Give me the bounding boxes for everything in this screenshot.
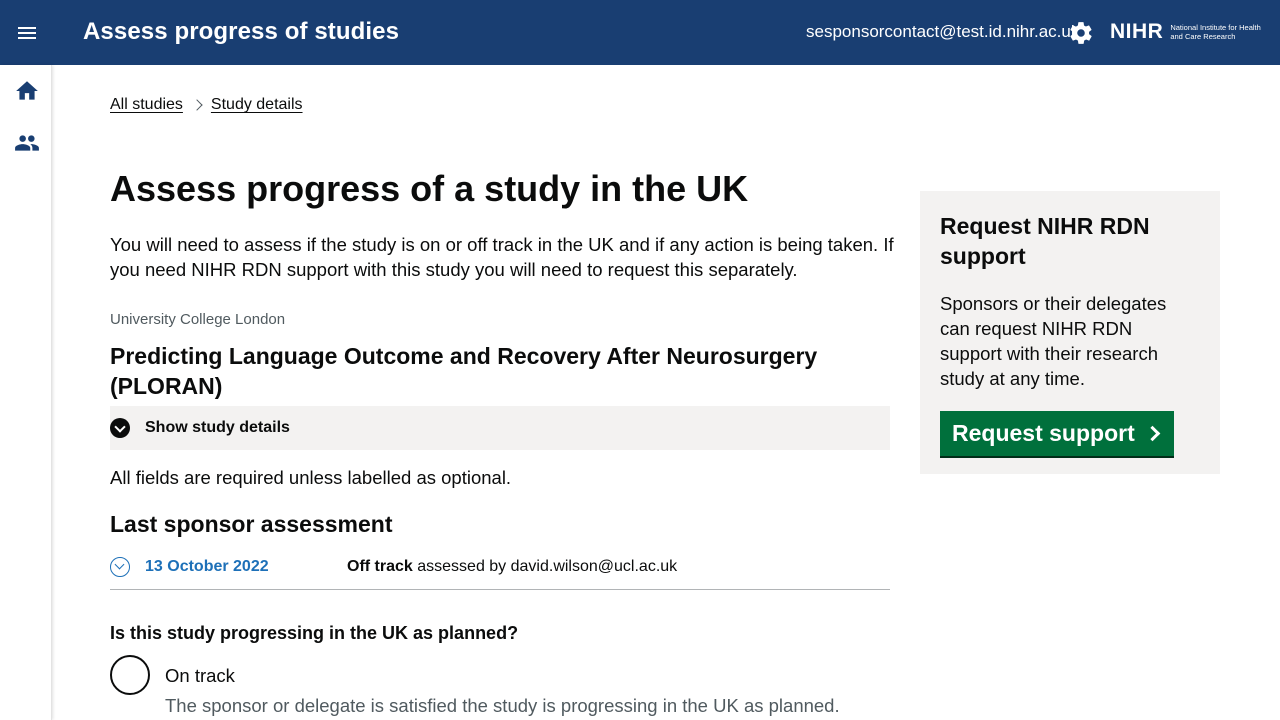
radio-on-track-hint: The sponsor or delegate is satisfied the… — [165, 695, 840, 716]
assessment-status-value: Off track — [347, 558, 413, 575]
last-assessment-row: 13 October 2022 Off track assessed by da… — [110, 556, 890, 590]
required-fields-note: All fields are required unless labelled … — [110, 467, 512, 488]
assessment-assessed-by: assessed by david.wilson@ucl.ac.uk — [412, 558, 678, 575]
last-assessment-heading: Last sponsor assessment — [110, 511, 393, 537]
breadcrumb-study-details[interactable]: Study details — [211, 96, 303, 114]
logo-subtitle: National Institute for Health and Care R… — [1170, 23, 1261, 41]
nihr-logo[interactable]: NIHR National Institute for Health and C… — [1110, 19, 1270, 45]
assessment-status: Off track assessed by david.wilson@ucl.a… — [347, 558, 677, 576]
home-icon[interactable] — [14, 78, 40, 104]
chevron-right-icon — [191, 99, 203, 111]
page-title: Assess progress of a study in the UK — [110, 168, 749, 209]
request-support-label: Request support — [952, 420, 1135, 446]
chevron-right-icon — [1144, 425, 1161, 442]
assessment-date-link[interactable]: 13 October 2022 — [145, 558, 269, 576]
organisation-name: University College London — [110, 311, 286, 328]
intro-text: You will need to assess if the study is … — [110, 234, 894, 280]
user-email: sesponsorcontact@test.id.nihr.ac.uk — [806, 22, 1080, 41]
breadcrumb: All studies Study details — [110, 96, 303, 114]
support-panel-text: Sponsors or their delegates can request … — [940, 293, 1167, 389]
chevron-down-circle-icon — [110, 418, 130, 438]
gear-icon[interactable] — [1068, 20, 1094, 46]
support-panel-title: Request NIHR RDN support — [940, 213, 1150, 269]
request-support-button[interactable]: Request support — [940, 411, 1174, 456]
top-header: Assess progress of studies sesponsorcont… — [0, 0, 1280, 65]
menu-icon[interactable] — [14, 20, 40, 46]
sidebar — [0, 65, 52, 720]
show-study-details-toggle[interactable]: Show study details — [110, 406, 890, 450]
progress-question: Is this study progressing in the UK as p… — [110, 623, 519, 643]
app-title: Assess progress of studies — [83, 18, 400, 45]
chevron-down-circle-icon[interactable] — [110, 557, 130, 577]
breadcrumb-all-studies[interactable]: All studies — [110, 96, 183, 114]
logo-word: NIHR — [1110, 20, 1164, 43]
radio-on-track-label[interactable]: On track — [165, 665, 235, 687]
radio-on-track[interactable] — [110, 655, 150, 695]
users-icon[interactable] — [14, 130, 40, 156]
support-panel: Request NIHR RDN support Sponsors or the… — [920, 191, 1220, 474]
study-title: Predicting Language Outcome and Recovery… — [110, 343, 818, 399]
show-study-details-label: Show study details — [145, 419, 290, 436]
